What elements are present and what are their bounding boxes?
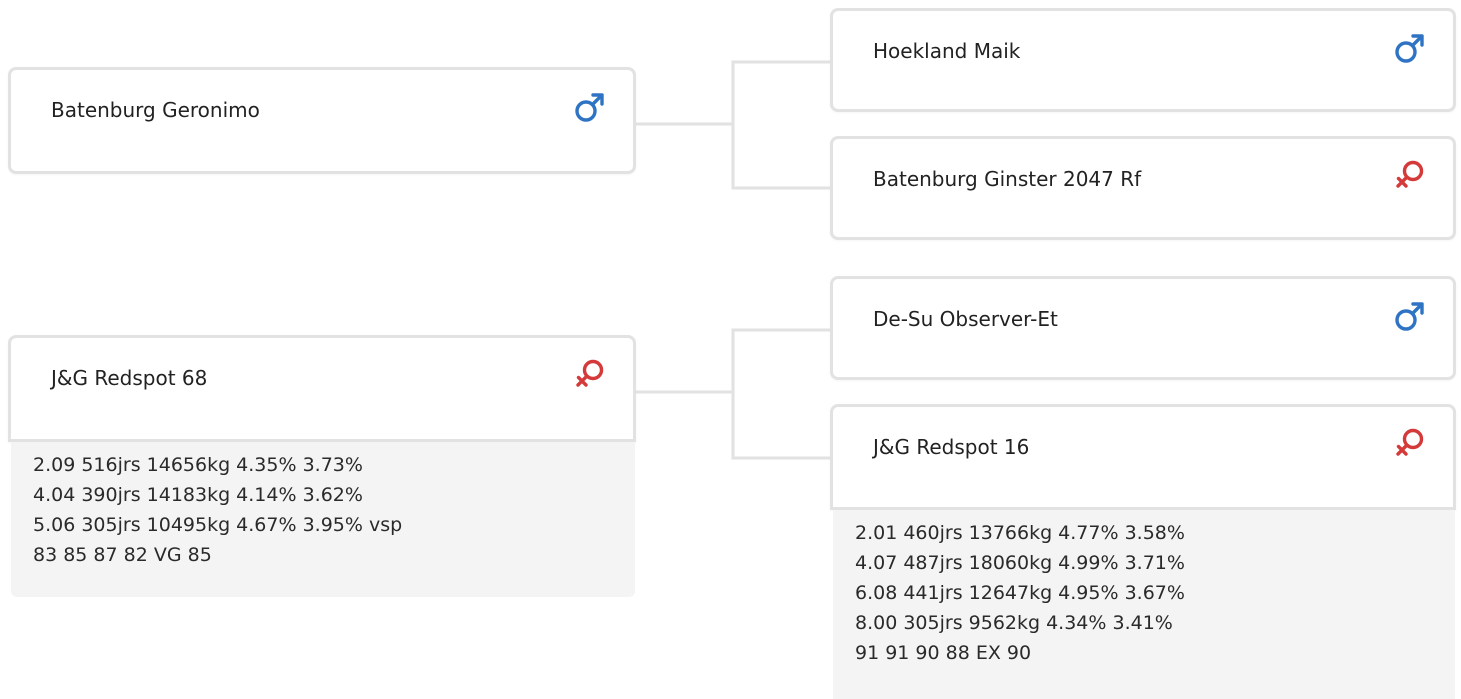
info-line: 4.04 390jrs 14183kg 4.14% 3.62% (33, 484, 363, 506)
sire-dam-name: Batenburg Ginster 2047 Rf (873, 167, 1142, 191)
sire-name: Batenburg Geronimo (51, 98, 260, 122)
info-line: 4.07 487jrs 18060kg 4.99% 3.71% (855, 552, 1185, 574)
info-line: 83 85 87 82 VG 85 (33, 544, 212, 566)
info-line: 2.01 460jrs 13766kg 4.77% 3.58% (855, 522, 1185, 544)
female-icon (1393, 427, 1427, 461)
female-icon (573, 358, 607, 392)
sire-sire-name: Hoekland Maik (873, 39, 1021, 63)
dam-dam-production-info: 2.01 460jrs 13766kg 4.77% 3.58% 4.07 487… (833, 510, 1455, 699)
dam-card[interactable]: J&G Redspot 68 (8, 335, 636, 442)
sire-card[interactable]: Batenburg Geronimo (8, 67, 636, 174)
sire-dam-card[interactable]: Batenburg Ginster 2047 Rf (830, 136, 1456, 240)
dam-production-info: 2.09 516jrs 14656kg 4.35% 3.73% 4.04 390… (11, 442, 635, 597)
info-line: 91 91 90 88 EX 90 (855, 642, 1032, 664)
connector-sire (636, 60, 832, 190)
connector-dam (636, 328, 832, 460)
dam-dam-card[interactable]: J&G Redspot 16 (830, 404, 1456, 510)
male-icon (1393, 31, 1427, 65)
female-icon (1393, 159, 1427, 193)
dam-sire-card[interactable]: De-Su Observer-Et (830, 276, 1456, 380)
info-line: 2.09 516jrs 14656kg 4.35% 3.73% (33, 454, 363, 476)
sire-sire-card[interactable]: Hoekland Maik (830, 8, 1456, 112)
male-icon (1393, 299, 1427, 333)
male-icon (573, 90, 607, 124)
info-line: 5.06 305jrs 10495kg 4.67% 3.95% vsp (33, 514, 403, 536)
dam-dam-name: J&G Redspot 16 (873, 435, 1030, 459)
dam-name: J&G Redspot 68 (51, 366, 208, 390)
dam-sire-name: De-Su Observer-Et (873, 307, 1058, 331)
info-line: 8.00 305jrs 9562kg 4.34% 3.41% (855, 612, 1173, 634)
pedigree-diagram: Batenburg Geronimo J&G Redspot 68 2.09 5… (0, 0, 1461, 699)
info-line: 6.08 441jrs 12647kg 4.95% 3.67% (855, 582, 1185, 604)
